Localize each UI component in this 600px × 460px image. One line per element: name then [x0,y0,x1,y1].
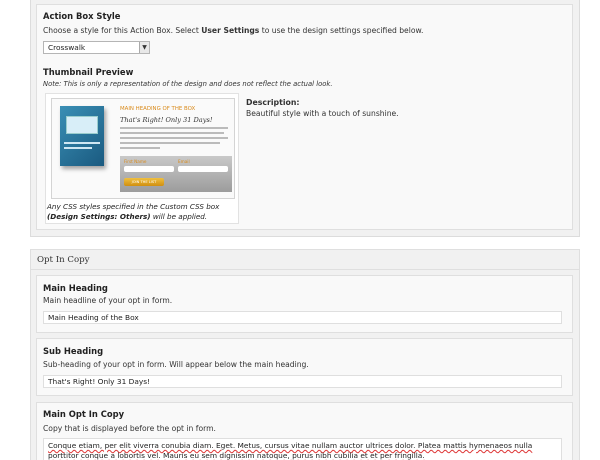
thumbnail-preview-title: Thumbnail Preview [43,67,134,77]
thumbnail-subheading: That's Right! Only 31 Days! [120,116,213,124]
thumbnail-first-name-label: First Name [124,159,147,164]
thumbnail-heading: MAIN HEADING OF THE BOX [120,106,196,112]
action-box-style-description: Choose a style for this Action Box. Sele… [43,26,424,35]
main-heading-title: Main Heading [43,283,108,293]
product-box-image [60,106,104,166]
opt-in-copy-section-header[interactable]: Opt In Copy [30,249,580,270]
thumbnail-preview-box: MAIN HEADING OF THE BOX That's Right! On… [45,93,239,224]
main-opt-in-copy-description: Copy that is displayed before the opt in… [43,424,216,433]
main-opt-in-copy-title: Main Opt In Copy [43,409,125,419]
main-heading-input[interactable]: Main Heading of the Box [43,311,562,324]
thumbnail-optin-form: First Name Email JOIN THE LIST [120,156,232,192]
sub-heading-title: Sub Heading [43,346,104,356]
description-text: Beautiful style with a touch of sunshine… [246,109,399,118]
action-box-style-title: Action Box Style [43,11,121,21]
chevron-down-icon[interactable]: ▼ [139,42,149,53]
thumbnail-email-label: Email [178,159,190,164]
style-select[interactable]: Crosswalk ▼ [43,41,150,54]
sub-heading-description: Sub-heading of your opt in form. Will ap… [43,360,309,369]
thumbnail-preview-note: Note: This is only a representation of t… [43,80,333,88]
sub-heading-input[interactable]: That's Right! Only 31 Days! [43,375,562,388]
main-heading-description: Main headline of your opt in form. [43,296,173,305]
description-label: Description: [246,98,300,107]
thumbnail-caption: Any CSS styles specified in the Custom C… [47,202,220,221]
main-opt-in-copy-text: Conque etiam, per elit viverra conubia d… [48,441,533,460]
main-opt-in-copy-textarea[interactable]: Conque etiam, per elit viverra conubia d… [43,438,562,460]
thumbnail-join-button: JOIN THE LIST [124,178,164,186]
style-select-value: Crosswalk [48,43,86,52]
thumbnail-image: MAIN HEADING OF THE BOX That's Right! On… [51,98,235,199]
